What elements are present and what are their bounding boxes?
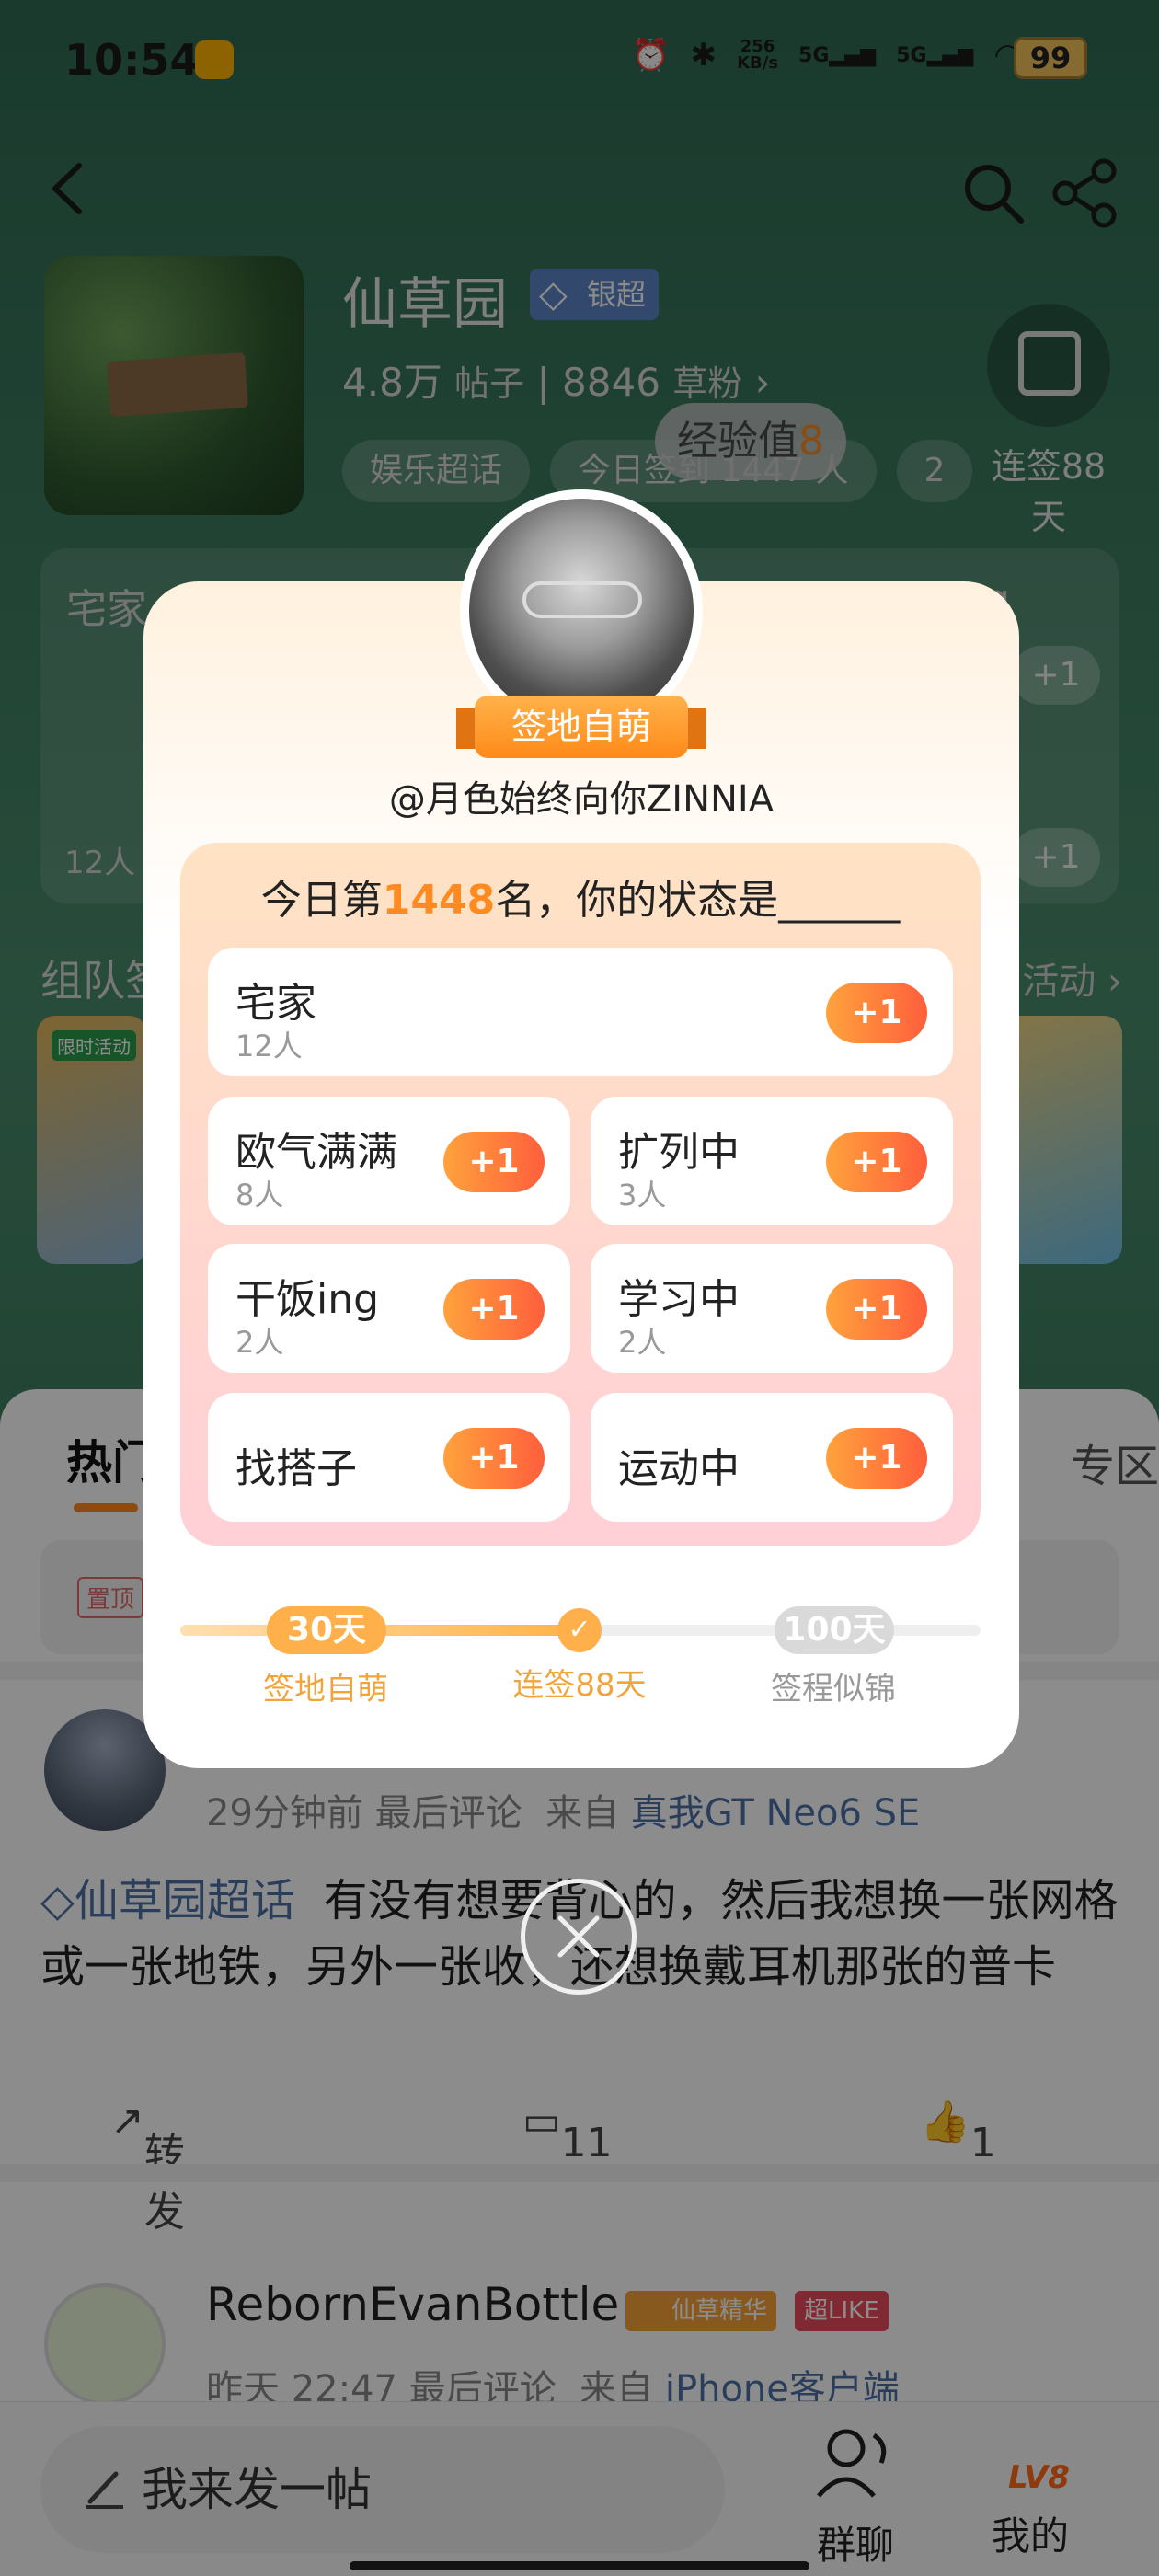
plus-one-button[interactable]: +1	[826, 983, 927, 1043]
status-option[interactable]: 学习中 2人 +1	[591, 1244, 953, 1373]
status-option[interactable]: 欧气满满 8人 +1	[208, 1097, 570, 1225]
rank-ribbon: 签地自萌	[456, 696, 706, 758]
avatar	[469, 499, 694, 723]
status-option[interactable]: 干饭ing 2人 +1	[208, 1244, 570, 1373]
check-icon: ✓	[557, 1608, 602, 1652]
plus-one-button[interactable]: +1	[443, 1132, 545, 1192]
milestone-label: 连签88天	[512, 1667, 647, 1704]
close-button[interactable]	[521, 1879, 637, 1995]
plus-one-button[interactable]: +1	[826, 1279, 927, 1340]
milestone-pill: 100天	[775, 1606, 894, 1654]
status-prompt: 今日第1448名，你的状态是______	[260, 877, 901, 924]
status-option[interactable]: 宅家 12人 +1	[208, 948, 953, 1076]
milestone-pill: 30天	[267, 1606, 386, 1654]
rank-title: 签地自萌	[475, 696, 688, 758]
plus-one-button[interactable]: +1	[826, 1428, 927, 1489]
milestone-label: 签地自萌	[263, 1671, 388, 1708]
plus-one-button[interactable]: +1	[443, 1428, 545, 1489]
close-icon	[557, 1915, 600, 1958]
username: @月色始终向你ZINNIA	[388, 778, 775, 821]
status-option[interactable]: 扩列中 3人 +1	[591, 1097, 953, 1225]
plus-one-button[interactable]: +1	[443, 1279, 545, 1340]
plus-one-button[interactable]: +1	[826, 1132, 927, 1192]
status-option[interactable]: 运动中 +1	[591, 1393, 953, 1522]
milestone-label: 签程似锦	[771, 1671, 896, 1708]
status-option[interactable]: 找搭子 +1	[208, 1393, 570, 1522]
